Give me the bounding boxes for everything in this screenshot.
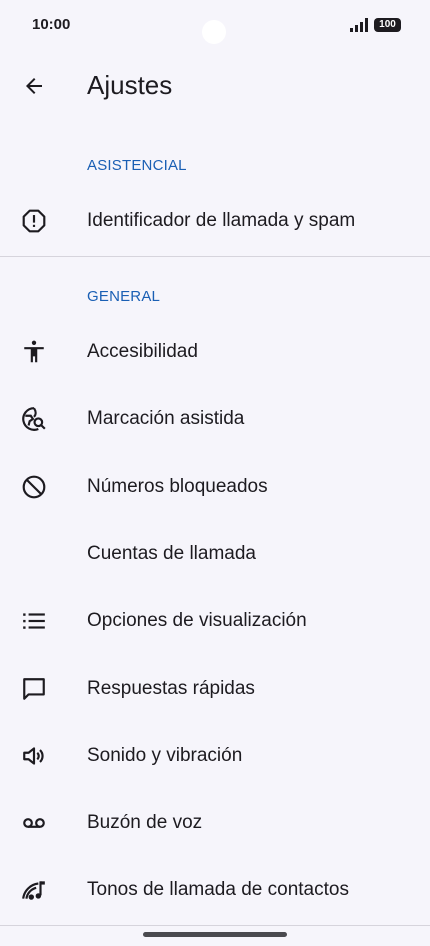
app-bar: Ajustes <box>0 56 430 116</box>
voicemail-icon <box>20 809 48 837</box>
contact-ringtone-icon <box>20 876 48 904</box>
setting-label: Accesibilidad <box>87 341 198 362</box>
speaker-icon <box>20 742 48 770</box>
gesture-nav-handle[interactable] <box>143 932 287 937</box>
setting-label: Buzón de voz <box>87 812 203 833</box>
battery-icon: 100 <box>374 18 401 32</box>
setting-label: Tonos de llamada de contactos <box>87 879 349 900</box>
setting-sound-vibration[interactable]: Sonido y vibración <box>0 723 430 790</box>
setting-display-options[interactable]: Opciones de visualización <box>0 588 430 655</box>
caller-id-spam-icon <box>20 207 48 235</box>
setting-label: Marcación asistida <box>87 408 245 429</box>
arrow-back-icon <box>22 74 46 98</box>
setting-label: Identificador de llamada y spam <box>87 210 356 231</box>
setting-label: Opciones de visualización <box>87 610 307 631</box>
setting-caller-id-spam[interactable]: Identificador de llamada y spam <box>0 188 430 255</box>
block-icon <box>20 473 48 501</box>
setting-label: Cuentas de llamada <box>87 543 256 564</box>
back-button[interactable] <box>16 68 52 104</box>
status-time: 10:00 <box>32 16 71 33</box>
page-title: Ajustes <box>87 70 173 100</box>
setting-calling-accounts[interactable]: Cuentas de llamada <box>0 521 430 588</box>
bottom-divider <box>0 925 430 926</box>
camera-cutout <box>202 20 226 44</box>
setting-assisted-dialing[interactable]: Marcación asistida <box>0 386 430 453</box>
assisted-dialing-icon <box>20 405 48 433</box>
section-divider <box>0 256 430 257</box>
signal-icon <box>350 18 370 32</box>
section-header-general: GENERAL <box>87 288 161 305</box>
setting-label: Respuestas rápidas <box>87 678 255 699</box>
setting-accessibility[interactable]: Accesibilidad <box>0 319 430 386</box>
status-bar: 10:00 100 <box>0 0 430 52</box>
setting-quick-responses[interactable]: Respuestas rápidas <box>0 656 430 723</box>
list-icon <box>20 607 48 635</box>
setting-blocked-numbers[interactable]: Números bloqueados <box>0 454 430 521</box>
setting-label: Sonido y vibración <box>87 745 243 766</box>
setting-label: Números bloqueados <box>87 476 268 497</box>
setting-contact-ringtones[interactable]: Tonos de llamada de contactos <box>0 857 430 924</box>
accessibility-icon <box>20 338 48 366</box>
section-header-asistencial: ASISTENCIAL <box>87 157 187 174</box>
setting-voicemail[interactable]: Buzón de voz <box>0 790 430 857</box>
chat-bubble-icon <box>20 675 48 703</box>
